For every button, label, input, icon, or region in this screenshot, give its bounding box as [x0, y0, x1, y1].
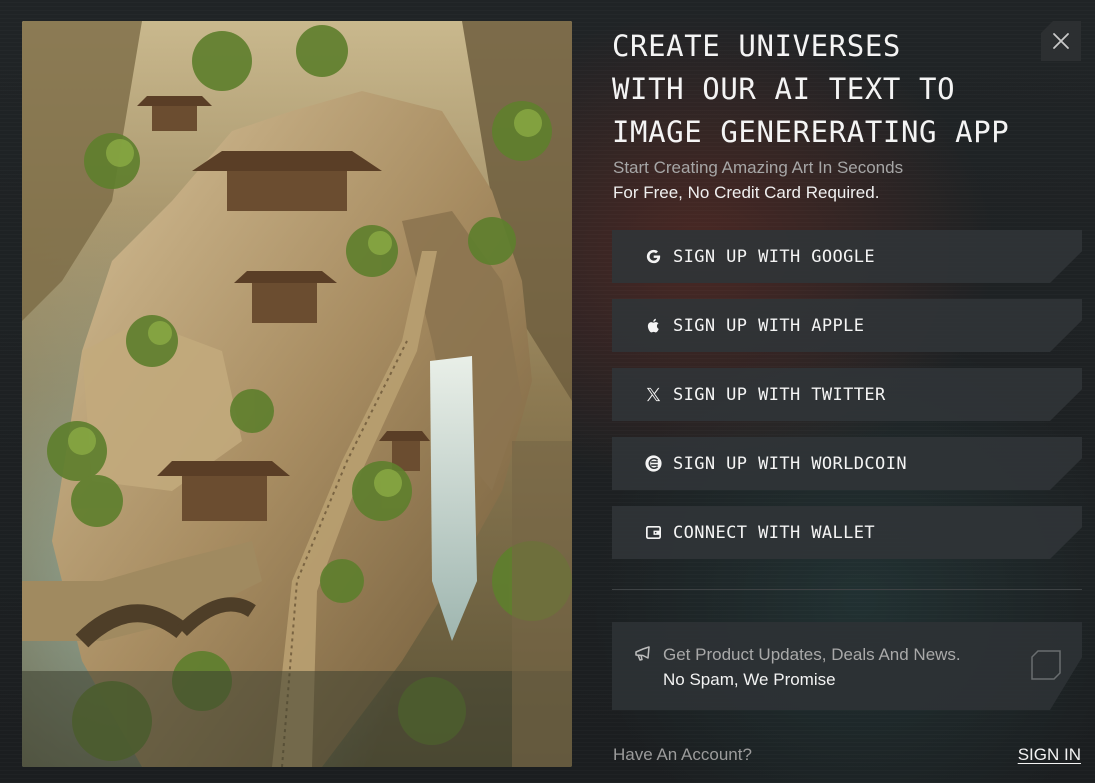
- optin-text-secondary: No Spam, We Promise: [663, 670, 836, 689]
- sign-in-link[interactable]: SIGN IN: [1018, 745, 1081, 765]
- twitter-signup-label: SIGN UP WITH TWITTER: [673, 384, 886, 405]
- title-line-2: WITH OUR AI TEXT TO: [612, 72, 956, 106]
- apple-icon: [642, 315, 664, 337]
- wallet-connect-button[interactable]: CONNECT WITH WALLET: [612, 506, 1082, 559]
- optin-text-primary: Get Product Updates, Deals And News.: [663, 645, 961, 664]
- twitter-signup-button[interactable]: SIGN UP WITH TWITTER: [612, 368, 1082, 421]
- apple-signup-label: SIGN UP WITH APPLE: [673, 315, 865, 336]
- title-line-3: IMAGE GENERERATING APP: [612, 115, 1010, 149]
- google-signup-button[interactable]: SIGN UP WITH GOOGLE: [612, 230, 1082, 283]
- hero-image: [22, 21, 572, 767]
- mountain-temple-illustration: [22, 21, 572, 767]
- have-account-text: Have An Account?: [613, 745, 752, 764]
- subtitle-line-1: Start Creating Amazing Art In Seconds: [613, 158, 904, 177]
- subtitle-line-2: For Free, No Credit Card Required.: [613, 183, 880, 202]
- google-signup-label: SIGN UP WITH GOOGLE: [673, 246, 876, 267]
- megaphone-icon: [633, 644, 655, 666]
- worldcoin-icon: [642, 453, 664, 475]
- apple-signup-button[interactable]: SIGN UP WITH APPLE: [612, 299, 1082, 352]
- page-title: CREATE UNIVERSES WITH OUR AI TEXT TO IMA…: [612, 25, 1052, 154]
- close-icon: [1053, 33, 1069, 49]
- newsletter-optin[interactable]: Get Product Updates, Deals And News. No …: [612, 622, 1082, 710]
- wallet-icon: [642, 522, 664, 544]
- title-line-1: CREATE UNIVERSES: [612, 29, 901, 63]
- google-icon: [642, 246, 664, 268]
- wallet-connect-label: CONNECT WITH WALLET: [673, 522, 876, 543]
- worldcoin-signup-label: SIGN UP WITH WORLDCOIN: [673, 453, 907, 474]
- x-twitter-icon: [642, 384, 664, 406]
- optin-checkbox[interactable]: [1030, 649, 1062, 681]
- divider: [612, 589, 1082, 590]
- worldcoin-signup-button[interactable]: SIGN UP WITH WORLDCOIN: [612, 437, 1082, 490]
